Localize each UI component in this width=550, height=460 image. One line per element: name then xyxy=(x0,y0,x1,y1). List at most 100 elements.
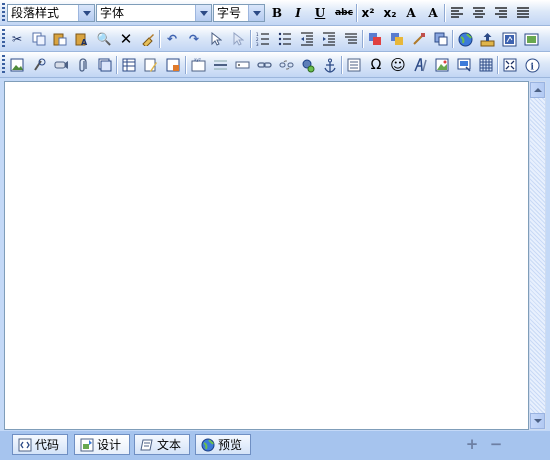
tab-code[interactable]: 代码 xyxy=(12,434,68,455)
special-char-icon: Ω xyxy=(370,57,382,73)
toolbar-grip[interactable] xyxy=(2,55,5,74)
ordered-list-button[interactable]: 123 xyxy=(253,29,273,49)
art-text-icon xyxy=(414,58,427,72)
unlink-button[interactable] xyxy=(276,55,296,75)
select-all-button[interactable] xyxy=(206,29,226,49)
tab-text[interactable]: 文本 xyxy=(134,434,190,455)
find-button[interactable]: 🔍 xyxy=(94,29,114,49)
toolbar-grip[interactable] xyxy=(2,3,5,22)
delete-button[interactable]: ✕ xyxy=(116,29,136,49)
insert-image-button[interactable] xyxy=(7,55,27,75)
insert-textarea-icon: xyz xyxy=(191,58,205,72)
tab-design[interactable]: 设计 xyxy=(74,434,130,455)
attach-image-button[interactable] xyxy=(29,55,49,75)
z-order-button[interactable] xyxy=(431,29,451,49)
font-select[interactable]: 字体 xyxy=(96,4,212,22)
subscript-button[interactable]: x₂ xyxy=(380,3,400,23)
insert-template-button[interactable] xyxy=(141,55,161,75)
insert-anchor-icon xyxy=(324,58,336,73)
edit-toolbar: ✂ A 🔍 ✕ ↶ ↷ 123 xyxy=(0,26,550,52)
editing-area[interactable] xyxy=(4,81,529,430)
emoticon-button[interactable]: ☺ xyxy=(388,55,408,75)
art-text-button[interactable] xyxy=(410,55,430,75)
cut-icon: ✂ xyxy=(11,32,23,46)
shrink-font-button[interactable]: A xyxy=(423,3,443,23)
tab-preview[interactable]: 预览 xyxy=(195,434,251,455)
insert-input-button[interactable] xyxy=(232,55,252,75)
cursor-button[interactable] xyxy=(228,29,248,49)
chevron-down-icon[interactable] xyxy=(248,5,264,21)
outdent-icon xyxy=(301,32,313,46)
scroll-up-arrow[interactable] xyxy=(530,82,545,98)
copy-button[interactable] xyxy=(29,29,49,49)
insert-image-2-button[interactable] xyxy=(432,55,452,75)
z-order-icon xyxy=(434,32,448,46)
insert-frame-button[interactable] xyxy=(95,55,115,75)
zoom-out-button[interactable]: − xyxy=(489,437,503,452)
insert-form-button[interactable] xyxy=(163,55,183,75)
attachment-button[interactable] xyxy=(73,55,93,75)
copy-icon xyxy=(32,32,46,46)
redo-button[interactable]: ↷ xyxy=(184,29,204,49)
paste-button[interactable] xyxy=(50,29,70,49)
scroll-thumb[interactable] xyxy=(530,98,545,413)
paste-text-button[interactable]: A xyxy=(72,29,92,49)
font-size-select[interactable]: 字号 xyxy=(213,4,265,22)
vertical-scrollbar[interactable] xyxy=(529,81,546,430)
upload-button[interactable] xyxy=(477,29,497,49)
insert-hr-button[interactable] xyxy=(210,55,230,75)
grow-font-button[interactable]: A xyxy=(401,3,421,23)
chevron-down-icon[interactable] xyxy=(195,5,211,21)
insert-table-button[interactable] xyxy=(119,55,139,75)
backcolor-button[interactable] xyxy=(387,29,407,49)
align-right-icon xyxy=(495,7,507,18)
align-right-button[interactable] xyxy=(491,3,511,23)
justify-button[interactable] xyxy=(513,3,533,23)
insert-flash-button[interactable] xyxy=(499,29,519,49)
paragraph-button[interactable] xyxy=(341,29,361,49)
insert-flash-icon xyxy=(502,32,516,46)
bold-button[interactable]: B xyxy=(267,3,287,23)
insert-image-2-icon xyxy=(435,58,449,72)
insert-sound-button[interactable] xyxy=(51,55,71,75)
abs-position-button[interactable] xyxy=(409,29,429,49)
underline-button[interactable]: U xyxy=(310,3,330,23)
italic-button[interactable]: I xyxy=(288,3,308,23)
chevron-down-icon[interactable] xyxy=(78,5,94,21)
tab-text-label: 文本 xyxy=(157,438,182,452)
paragraph-style-select[interactable]: 段落样式 xyxy=(7,4,95,22)
toolbar-grip[interactable] xyxy=(2,29,5,48)
strikethrough-button[interactable]: abc xyxy=(332,3,356,23)
paragraph-icon xyxy=(345,33,357,44)
outdent-button[interactable] xyxy=(297,29,317,49)
grid-button[interactable] xyxy=(476,55,496,75)
attachment-icon xyxy=(79,57,87,72)
forecolor-button[interactable] xyxy=(365,29,385,49)
fullscreen-button[interactable] xyxy=(500,55,520,75)
undo-button[interactable]: ↶ xyxy=(162,29,182,49)
separator xyxy=(116,56,118,74)
about-button[interactable]: i xyxy=(522,55,542,75)
tab-preview-label: 预览 xyxy=(218,438,243,452)
insert-link-button[interactable] xyxy=(254,55,274,75)
scroll-down-arrow[interactable] xyxy=(530,413,545,429)
svg-text:i: i xyxy=(530,62,534,72)
superscript-button[interactable]: x² xyxy=(358,3,378,23)
page-break-button[interactable] xyxy=(344,55,364,75)
zoom-in-button[interactable]: + xyxy=(465,437,479,452)
unordered-list-button[interactable] xyxy=(275,29,295,49)
align-left-button[interactable] xyxy=(447,3,467,23)
ordered-list-icon: 123 xyxy=(256,32,269,46)
indent-button[interactable] xyxy=(319,29,339,49)
cut-button[interactable]: ✂ xyxy=(7,29,27,49)
insert-layer-button[interactable] xyxy=(454,55,474,75)
insert-textarea-button[interactable]: xyz xyxy=(188,55,208,75)
align-center-button[interactable] xyxy=(469,3,489,23)
special-char-button[interactable]: Ω xyxy=(366,55,386,75)
clear-format-button[interactable] xyxy=(138,29,158,49)
insert-anchor-button[interactable] xyxy=(320,55,340,75)
separator xyxy=(497,56,499,74)
insert-media-button[interactable] xyxy=(521,29,541,49)
insert-bookmark-button[interactable] xyxy=(298,55,318,75)
hyperlink-button[interactable] xyxy=(455,29,475,49)
